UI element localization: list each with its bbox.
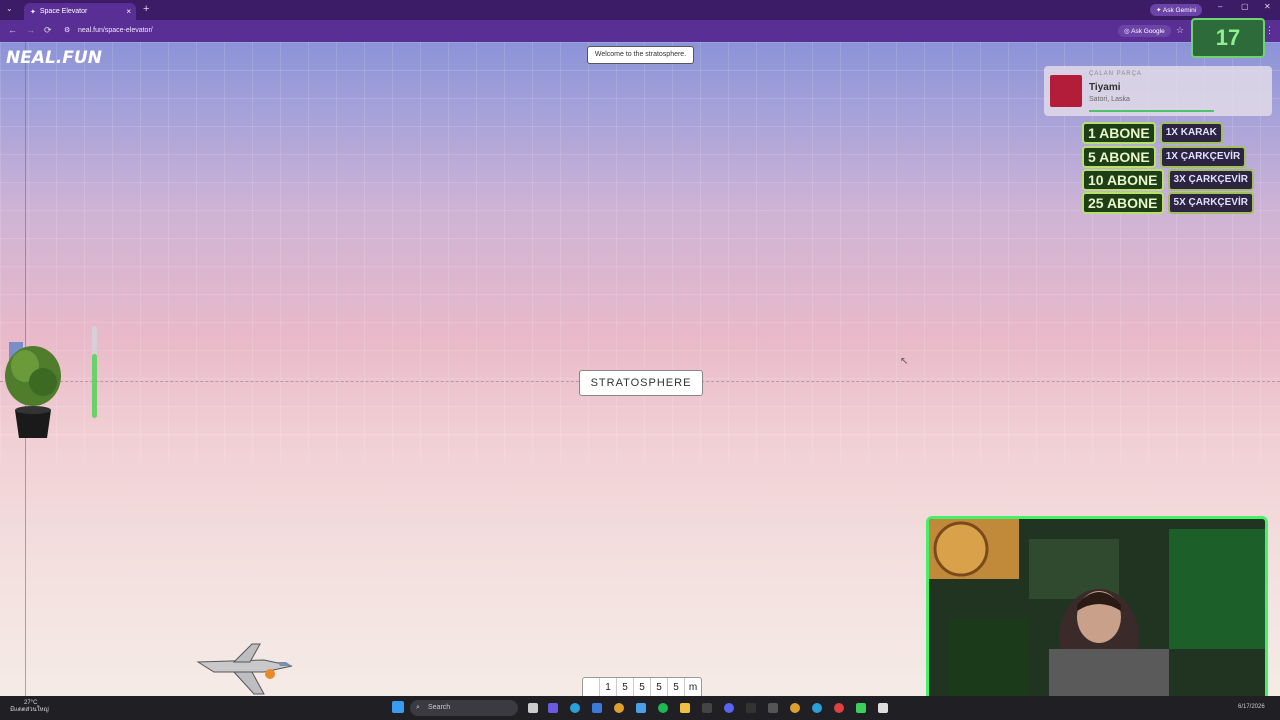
mouse-cursor-icon: ↖: [900, 356, 909, 367]
altitude-digit: 5: [651, 678, 668, 696]
chrome-icon[interactable]: [614, 703, 624, 713]
weather-temp: 27°C: [24, 700, 38, 706]
terminal-icon[interactable]: [746, 703, 756, 713]
chrome-active-icon[interactable]: [790, 703, 800, 713]
now-playing-artist: Satori, Laska: [1089, 96, 1130, 103]
potted-plant-elevator: [5, 342, 61, 438]
mail-icon[interactable]: [636, 703, 646, 713]
altitude-counter: 1 5 5 5 5 m: [582, 677, 702, 696]
tab-favicon-icon: ✦: [30, 8, 36, 16]
tab-close-icon[interactable]: ×: [126, 7, 131, 16]
ask-gemini-label: Ask Gemini: [1162, 7, 1197, 14]
webcam-feed: [926, 516, 1268, 710]
ask-gemini-button[interactable]: ✦ Ask Gemini: [1150, 4, 1203, 16]
tab-list-chevron-icon[interactable]: ⌄: [6, 4, 13, 13]
browser-icon[interactable]: [812, 703, 822, 713]
altitude-unit: m: [688, 682, 698, 693]
sub-goal-row: 25 ABONE 5X ÇARKÇEVİR: [1082, 192, 1258, 214]
store-icon[interactable]: [592, 703, 602, 713]
epic-games-icon[interactable]: [702, 703, 712, 713]
taskbar-date: 6/17/2026: [1238, 704, 1265, 710]
now-playing-progress: [1089, 110, 1214, 112]
search-placeholder: Search: [428, 704, 451, 711]
teams-icon[interactable]: [548, 703, 558, 713]
tab-bar: [0, 0, 1280, 20]
url-text: neal.fun/space-elevator/: [78, 27, 153, 34]
close-window-icon[interactable]: ✕: [1264, 2, 1271, 11]
fighter-jet: [196, 643, 293, 695]
now-playing-label: ÇALAN PARÇA: [1089, 71, 1142, 77]
now-playing-title: Tiyami: [1089, 82, 1121, 93]
task-view-icon[interactable]: [528, 703, 538, 713]
app-icon[interactable]: [768, 703, 778, 713]
site-logo[interactable]: NEAL.FUN: [6, 48, 102, 68]
new-tab-button[interactable]: +: [143, 3, 149, 15]
site-info-icon[interactable]: ⚙: [64, 24, 70, 38]
tab-space-elevator[interactable]: ✦ Space Elevator ×: [24, 3, 136, 20]
sub-goal-row: 5 ABONE 1X ÇARKÇEVİR: [1082, 146, 1258, 168]
discord-icon[interactable]: [724, 703, 734, 713]
weather-text: มีแดดส่วนใหญ่: [10, 707, 49, 713]
webcam-scene: [929, 519, 1265, 707]
taskbar-search[interactable]: ⌕ Search: [410, 700, 518, 716]
sub-goal-reward: 1X KARAK: [1159, 122, 1223, 144]
bookmark-star-icon[interactable]: ☆: [1176, 25, 1184, 36]
spotify-icon[interactable]: [658, 703, 668, 713]
layer-label: STRATOSPHERE: [579, 370, 703, 396]
altitude-digit: 5: [668, 678, 685, 696]
tab-title: Space Elevator: [39, 8, 88, 15]
forward-icon[interactable]: →: [26, 25, 35, 35]
altitude-digit: [583, 678, 600, 696]
altitude-digit: 1: [600, 678, 617, 696]
file-explorer-icon[interactable]: [680, 703, 690, 713]
sub-goal-reward: 5X ÇARKÇEVİR: [1167, 192, 1254, 214]
ask-google-label: Ask Google: [1131, 28, 1165, 35]
sub-goal-reward: 1X ÇARKÇEVİR: [1159, 146, 1247, 168]
streamlabs-icon[interactable]: [856, 703, 866, 713]
sub-goal-count: 1 ABONE: [1082, 122, 1156, 144]
edge-icon[interactable]: [570, 703, 580, 713]
url-field[interactable]: ⚙ neal.fun/space-elevator/: [64, 24, 1118, 38]
gemini-icon: ✦: [1156, 7, 1163, 14]
altitude-digit: 5: [617, 678, 634, 696]
back-icon[interactable]: ←: [8, 25, 17, 35]
sub-goal-row: 10 ABONE 3X ÇARKÇEVİR: [1082, 169, 1258, 191]
altitude-digit: 5: [634, 678, 651, 696]
welcome-message: Welcome to the stratosphere.: [587, 46, 694, 64]
sub-goal-row: 1 ABONE 1X KARAK: [1082, 122, 1258, 144]
browser-menu-icon[interactable]: ⋮: [1265, 25, 1274, 36]
album-art: [1050, 75, 1082, 107]
search-icon: ⌕: [416, 704, 420, 711]
app-icon[interactable]: [878, 703, 888, 713]
elevator-progress-fill: [92, 353, 97, 418]
sub-goal-count: 5 ABONE: [1082, 146, 1156, 168]
sub-goal-count: 25 ABONE: [1082, 192, 1164, 214]
sub-goal-reward: 3X ÇARKÇEVİR: [1167, 169, 1254, 191]
obs-icon[interactable]: [834, 703, 844, 713]
reload-icon[interactable]: ⟳: [44, 25, 52, 36]
maximize-icon[interactable]: ▢: [1241, 2, 1249, 11]
minimize-icon[interactable]: –: [1218, 2, 1222, 11]
sub-goal-count: 10 ABONE: [1082, 169, 1164, 191]
ask-google-button[interactable]: ◎ Ask Google: [1118, 25, 1171, 37]
start-windows-icon[interactable]: [392, 701, 404, 713]
stream-timer: 17: [1191, 18, 1265, 58]
weather-widget[interactable]: 27°C มีแดดส่วนใหญ่: [10, 700, 49, 714]
